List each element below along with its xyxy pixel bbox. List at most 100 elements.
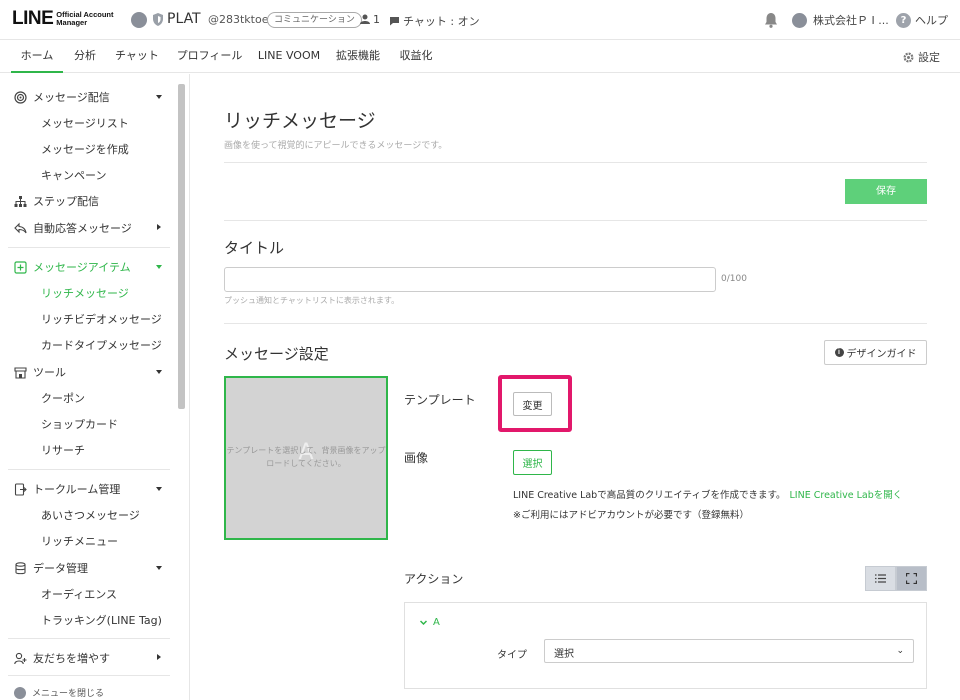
broadcast-icon	[14, 90, 27, 104]
nav-chatroom-management[interactable]: トークルーム管理	[14, 481, 120, 497]
rich-message-preview[interactable]: A テンプレートを選択して、背景画像をアップロードしてください。	[224, 376, 388, 540]
title-char-count: 0/100	[721, 274, 747, 284]
image-label: 画像	[404, 451, 429, 465]
sidebar-divider	[8, 247, 170, 248]
info-icon: i	[834, 348, 844, 357]
chevron-down-icon: ⌄	[896, 646, 904, 656]
tab-chat[interactable]: チャット	[111, 41, 163, 73]
chat-bubble-icon	[390, 17, 399, 26]
nav-tracking[interactable]: トラッキング(LINE Tag)	[41, 612, 162, 628]
tab-monetization[interactable]: 収益化	[395, 41, 437, 73]
action-type-select[interactable]: 選択 ⌄	[544, 639, 914, 663]
save-button[interactable]: 保存	[845, 179, 927, 204]
adobe-account-note: ※ご利用にはアドビアカウントが必要です（登録無料）	[513, 510, 749, 521]
main-content: リッチメッセージ 画像を使って視覚的にアピールできるメッセージです。 保存 タイ…	[191, 74, 960, 700]
user-icon	[792, 12, 807, 28]
fullscreen-view-button[interactable]	[896, 566, 927, 591]
nav-rich-message[interactable]: リッチメッセージ	[41, 285, 129, 301]
action-item-toggle[interactable]: A	[420, 617, 440, 628]
section-divider	[224, 162, 927, 163]
account-category-badge: コミュニケーション	[267, 12, 362, 28]
nav-shop-card[interactable]: ショップカード	[41, 416, 118, 432]
help-icon: ?	[896, 12, 911, 28]
nav-tools[interactable]: ツール	[14, 364, 66, 380]
sidebar-divider	[8, 469, 170, 470]
database-icon	[15, 561, 26, 574]
gear-icon	[903, 52, 914, 62]
nav-card-type-message[interactable]: カードタイプメッセージ	[41, 337, 162, 353]
bell-icon[interactable]	[764, 12, 778, 28]
nav-step-delivery[interactable]: ステップ配信	[14, 193, 99, 209]
list-icon	[875, 574, 886, 583]
select-image-button[interactable]: 選択	[513, 450, 552, 475]
account-name[interactable]: PLAT	[167, 11, 201, 27]
nav-greeting-message[interactable]: あいさつメッセージ	[41, 507, 140, 523]
sidebar-scrollbar-thumb[interactable]	[178, 84, 185, 409]
settings-link[interactable]: 設定	[903, 49, 940, 65]
chat-status[interactable]: チャット : オン	[389, 13, 480, 29]
account-avatar[interactable]	[131, 12, 147, 28]
sidebar-divider	[8, 638, 170, 639]
page-description: 画像を使って視覚的にアピールできるメッセージです。	[224, 141, 448, 151]
nav-campaign[interactable]: キャンペーン	[41, 167, 106, 183]
nav-rich-menu[interactable]: リッチメニュー	[41, 533, 118, 549]
shield-icon	[153, 13, 163, 26]
top-bar: LINE Official Account Manager PLAT @283tk…	[0, 0, 960, 40]
tab-analytics[interactable]: 分析	[70, 41, 100, 73]
account-id: @283tktoe	[208, 13, 269, 26]
section-divider	[224, 323, 927, 324]
nav-message-items[interactable]: メッセージアイテム	[14, 259, 131, 275]
shop-icon	[14, 366, 27, 379]
line-oa-logo[interactable]: LINE Official Account Manager	[12, 8, 114, 30]
logo-subtext: Official Account Manager	[56, 10, 114, 27]
logo-text: LINE	[12, 8, 54, 29]
help-link[interactable]: ? ヘルプ	[896, 12, 948, 28]
list-view-button[interactable]	[865, 566, 896, 591]
nav-create-message[interactable]: メッセージを作成	[41, 141, 129, 157]
nav-rich-video-message[interactable]: リッチビデオメッセージ	[41, 311, 162, 327]
person-icon	[360, 14, 370, 24]
title-input[interactable]	[224, 267, 716, 292]
template-label: テンプレート	[404, 393, 476, 407]
page-title: リッチメッセージ	[224, 110, 376, 132]
creative-lab-text: LINE Creative Labで高品質のクリエイティブを作成できます。 LIN…	[513, 490, 903, 501]
sidebar: メッセージ配信 メッセージリスト メッセージを作成 キャンペーン ステップ配信 …	[0, 74, 190, 700]
nav-data-management[interactable]: データ管理	[14, 560, 88, 576]
nav-message-delivery[interactable]: メッセージ配信	[14, 89, 110, 105]
close-menu-button[interactable]: メニューを閉じる	[14, 686, 104, 699]
nav-auto-reply[interactable]: 自動応答メッセージ	[14, 220, 132, 236]
title-section-heading: タイトル	[224, 239, 285, 257]
design-guide-button[interactable]: i デザインガイド	[824, 340, 927, 365]
nav-coupon[interactable]: クーポン	[41, 390, 85, 406]
tab-extensions[interactable]: 拡張機能	[332, 41, 384, 73]
friends-count[interactable]: 1	[360, 13, 380, 26]
change-template-button[interactable]: 変更	[513, 392, 552, 416]
expand-icon	[906, 573, 917, 584]
tab-line-voom[interactable]: LINE VOOM	[257, 41, 321, 73]
nav-add-friends[interactable]: 友だちを増やす	[14, 650, 110, 666]
collapse-icon	[14, 686, 26, 699]
caret-down-icon	[156, 265, 162, 269]
reply-icon	[14, 222, 27, 233]
creative-lab-link[interactable]: LINE Creative Labを開く	[790, 490, 903, 501]
main-tabs: ホーム 分析 チャット プロフィール LINE VOOM 拡張機能 収益化	[0, 41, 960, 73]
nav-audience[interactable]: オーディエンス	[41, 586, 117, 602]
nav-message-list[interactable]: メッセージリスト	[41, 115, 129, 131]
caret-down-icon	[156, 95, 162, 99]
caret-right-icon	[157, 654, 161, 660]
hierarchy-icon	[14, 195, 27, 207]
chevron-down-icon	[420, 620, 427, 626]
nav-research[interactable]: リサーチ	[41, 442, 85, 458]
caret-down-icon	[156, 487, 162, 491]
tab-home[interactable]: ホーム	[11, 41, 63, 73]
view-toggle	[865, 566, 927, 591]
caret-down-icon	[156, 566, 162, 570]
title-help-text: プッシュ通知とチャットリストに表示されます。	[224, 296, 400, 305]
add-item-icon	[14, 260, 27, 274]
action-label: アクション	[404, 572, 464, 586]
message-settings-heading: メッセージ設定	[224, 345, 329, 363]
company-menu[interactable]: 株式会社Ｐ I ...	[792, 12, 889, 28]
tab-profile[interactable]: プロフィール	[173, 41, 246, 73]
chatroom-icon	[14, 482, 27, 496]
caret-right-icon	[157, 224, 161, 230]
